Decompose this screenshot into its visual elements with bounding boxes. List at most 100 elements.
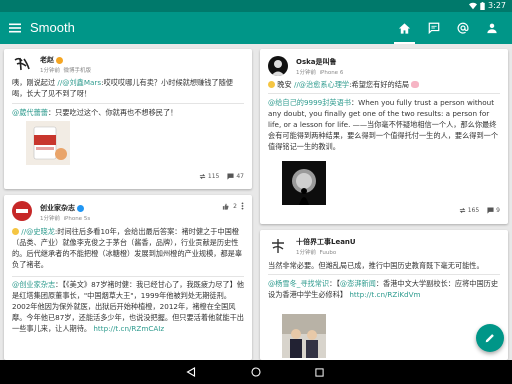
top-tabs — [390, 12, 506, 44]
compose-button[interactable] — [476, 324, 504, 352]
repost-count[interactable]: 115 — [199, 173, 219, 180]
repost-mention-link[interactable]: @创业家杂志 — [12, 280, 55, 289]
post-text: 咦，刚说起过 //@刘鑫Mars:哎哎哎哪儿有卖？小时候就想赚钱了随便喝，长大了… — [12, 77, 244, 99]
mention-link[interactable]: //@刘鑫Mars — [57, 78, 101, 87]
status-bar: 3:27 — [0, 0, 512, 12]
menu-icon[interactable] — [8, 21, 22, 35]
divider — [12, 276, 244, 277]
repost-icon — [459, 208, 466, 213]
post-card[interactable]: 老赵 1分钟前 微博手机版 咦，刚说起过 //@刘鑫Mars:哎哎哎哪儿有卖？小… — [4, 49, 252, 189]
smile-emoji-icon — [12, 228, 19, 235]
post-text: //@史晓龙:时间往后多看10年，会给出最后答案：褚时健之于中国橙（品类、产业）… — [12, 226, 244, 270]
post-time: 1分钟前 — [40, 68, 60, 74]
tab-profile[interactable] — [477, 12, 506, 44]
app-bar: Smooth — [0, 12, 512, 44]
post-time: 1分钟前 — [296, 70, 316, 76]
repost-number: 115 — [207, 173, 220, 180]
author-name: Oska是叫鲁 — [296, 58, 337, 66]
post-author[interactable]: Oska是叫鲁 — [296, 57, 337, 67]
divider — [12, 103, 244, 104]
repost-mention-link[interactable]: @给自己的9999封英语书 — [268, 98, 351, 107]
post-text: 当然非常必要。但潍乱局已成，推行中国历史教育既下毫无可能性。 — [268, 260, 500, 271]
app-title: Smooth — [30, 20, 75, 35]
post-image[interactable] — [26, 121, 70, 165]
verified-icon — [77, 204, 84, 212]
post-author[interactable]: 创业家杂志 — [40, 203, 84, 213]
repost-text: @创业家杂志：【《美文》87岁褚时健：我已经甘心了，我既疲力尽了】他是红塔集团原… — [12, 279, 244, 334]
battery-icon — [480, 1, 485, 10]
at-icon — [457, 22, 468, 34]
repost-url-link[interactable]: http://t.cn/RZmCAIz — [93, 324, 164, 333]
status-icons: 3:27 — [469, 1, 506, 10]
post-meta: 1分钟前 iPhone 6 — [296, 68, 343, 76]
comment-icon — [227, 173, 234, 180]
post-card[interactable]: 创业家杂志 1分钟前 iPhone 5s 2 //@史晓龙:时间往后多看10年，… — [4, 195, 252, 360]
mention-link[interactable]: //@史晓龙 — [21, 227, 55, 236]
status-time: 3:27 — [488, 1, 506, 10]
repost-url-link[interactable]: http://t.cn/RZiKdVm — [349, 290, 420, 299]
repost-mention-link-2[interactable]: @澎湃新闻 — [340, 279, 376, 288]
product-photo-icon — [33, 126, 67, 160]
silhouette-photo-icon — [292, 169, 316, 205]
avatar[interactable] — [12, 54, 32, 74]
home-button-icon[interactable] — [251, 367, 261, 377]
meeting-photo-icon — [282, 314, 326, 358]
chinese-character-avatar-icon — [272, 239, 284, 253]
comment-count[interactable]: 47 — [227, 173, 244, 180]
repost-mention-link[interactable]: @杨雪冬_寻找常识 — [268, 279, 329, 288]
navigation-bar — [0, 360, 512, 384]
post-text-a: 咦，刚说起过 — [12, 78, 58, 87]
avatar[interactable] — [268, 56, 288, 76]
tab-messages[interactable] — [419, 12, 448, 44]
repost-body: ：【 — [329, 279, 340, 288]
avatar[interactable] — [12, 201, 32, 221]
repost-count[interactable]: 165 — [459, 207, 479, 214]
repost-number: 165 — [467, 207, 480, 214]
comment-icon — [487, 207, 494, 214]
repost-icon — [199, 174, 206, 179]
post-author[interactable]: 老赵 — [40, 55, 63, 65]
post-text-a: 当然非常必要。但潍乱局已成，推行中国历史教育既下毫无可能性。 — [268, 261, 484, 270]
post-author[interactable]: 十倍界工事LeanU — [296, 237, 356, 247]
pencil-icon — [485, 334, 494, 343]
post-time: 1分钟前 — [40, 216, 60, 222]
tab-home[interactable] — [390, 12, 419, 44]
post-source: iPhone 6 — [319, 70, 344, 76]
magazine-logo-icon — [16, 209, 28, 213]
post-time: 1分钟前 — [296, 250, 316, 256]
recents-icon[interactable] — [315, 367, 324, 377]
more-count: 2 — [233, 202, 237, 210]
author-name: 十倍界工事LeanU — [296, 238, 356, 246]
verified-icon — [56, 56, 63, 64]
post-source: iPhone 5s — [63, 216, 91, 222]
thumbs-up-icon — [223, 202, 229, 210]
post-meta: 1分钟前 微博手机版 — [40, 66, 91, 74]
avatar[interactable] — [268, 236, 288, 256]
post-image[interactable] — [282, 161, 326, 205]
post-meta: 1分钟前 Fuubo — [296, 248, 336, 256]
post-card[interactable]: 十倍界工事LeanU 1分钟前 Fuubo 当然非常必要。但潍乱局已成，推行中国… — [260, 230, 508, 360]
bunny-emoji-icon — [411, 81, 420, 88]
repost-mention-link[interactable]: @葳代蕾蕾 — [12, 108, 48, 117]
repost-body: ：只要吃过这个、你就再也不想移民了！ — [47, 108, 178, 117]
tab-mentions[interactable] — [448, 12, 477, 44]
author-name: 创业家杂志 — [40, 204, 75, 212]
post-card[interactable]: Oska是叫鲁 1分钟前 iPhone 6 晚安 //@治愈系心理学:希望您有好… — [260, 49, 508, 224]
smile-emoji-icon — [268, 81, 275, 88]
comment-number: 47 — [236, 173, 244, 180]
home-icon — [398, 22, 411, 34]
post-stats: 165 9 — [459, 207, 500, 214]
comment-count[interactable]: 9 — [487, 207, 500, 214]
overflow-menu-icon — [241, 202, 244, 210]
author-name: 老赵 — [40, 56, 54, 64]
mention-link[interactable]: //@治愈系心理学 — [294, 80, 349, 89]
message-icon — [428, 22, 439, 34]
post-image[interactable] — [282, 314, 326, 358]
more-menu[interactable]: 2 — [222, 202, 244, 210]
post-source: 微博手机版 — [63, 68, 92, 74]
post-source: Fuubo — [319, 250, 337, 256]
comment-number: 9 — [496, 207, 500, 214]
back-icon[interactable] — [186, 367, 196, 377]
calligraphy-avatar-icon — [14, 57, 30, 71]
repost-text: @葳代蕾蕾：只要吃过这个、你就再也不想移民了！ — [12, 107, 244, 118]
